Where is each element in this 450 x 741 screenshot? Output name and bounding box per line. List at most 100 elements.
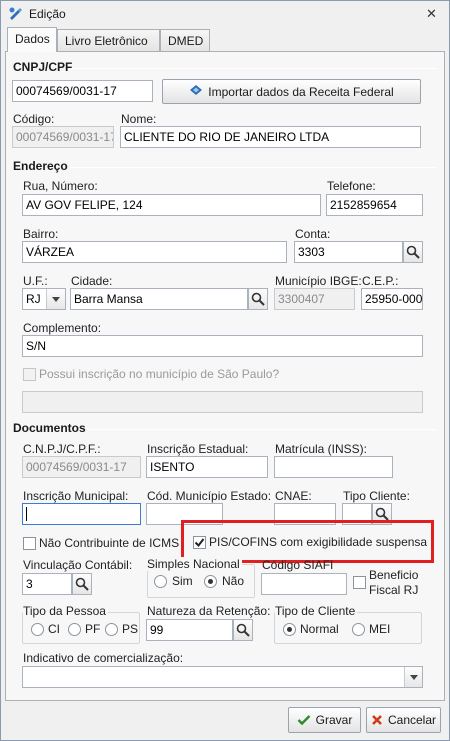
gravar-button-label: Gravar [315, 713, 353, 727]
tipo-cliente-mei-radio[interactable] [352, 623, 365, 636]
rua-input[interactable]: AV GOV FELIPE, 124 [22, 194, 321, 216]
tipo-pessoa-label: Tipo da Pessoa [23, 604, 108, 618]
indicativo-label: Indicativo de comercialização: [23, 651, 184, 665]
telefone-input[interactable]: 2152859654 [326, 194, 423, 216]
section-divider [70, 167, 437, 168]
indicativo-dropdown-button[interactable] [404, 667, 422, 687]
tab-dmed[interactable]: DMED [160, 29, 210, 51]
bairro-label: Bairro: [23, 227, 59, 241]
search-icon [75, 577, 89, 591]
title-bar: Edição ✕ [1, 1, 449, 27]
sp-inscricao-checkbox [23, 368, 36, 381]
section-divider [87, 429, 437, 430]
rua-label: Rua, Número: [23, 179, 98, 193]
cancelar-button-label: Cancelar [387, 713, 437, 727]
tipo-cliente-normal-radio[interactable] [283, 623, 296, 636]
simples-sim-label: Sim [172, 574, 193, 588]
import-button-label: Importar dados da Receita Federal [208, 84, 394, 99]
sp-inscricao-label: Possui inscrição no município de São Pau… [39, 367, 280, 381]
cod-municipio-label: Cód. Município Estado: [147, 489, 272, 503]
vinculacao-input[interactable]: 3 [22, 573, 72, 595]
codigo-label: Código: [13, 112, 55, 126]
complemento-input[interactable]: S/N [22, 335, 423, 357]
tipo-cliente-label: Tipo Cliente: [343, 489, 410, 503]
nao-contribuinte-checkbox[interactable] [23, 537, 36, 550]
cep-input[interactable]: 25950-000 [361, 288, 423, 310]
nome-input[interactable]: CLIENTE DO RIO DE JANEIRO LTDA [120, 126, 421, 148]
window-title: Edição [29, 7, 66, 21]
indicativo-select[interactable] [22, 666, 423, 688]
simples-nao-label: Não [222, 574, 245, 588]
bairro-input[interactable]: VÁRZEA [22, 241, 287, 263]
beneficio-label-line1: Beneficio [369, 568, 419, 582]
tipo-pessoa-ci-radio[interactable] [31, 623, 44, 636]
natureza-search-button[interactable] [233, 619, 253, 641]
close-icon[interactable]: ✕ [426, 6, 437, 22]
conta-input[interactable]: 3303 [294, 241, 403, 263]
conta-search-button[interactable] [403, 241, 423, 263]
siafi-label: Código SIAFI [262, 558, 334, 572]
uf-label: U.F.: [23, 274, 48, 288]
cancelar-button[interactable]: Cancelar [366, 707, 441, 733]
tab-label: Livro Eletrônico [65, 34, 148, 48]
simples-nacional-label: Simples Nacional [147, 557, 242, 571]
telefone-label: Telefone: [327, 179, 376, 193]
tab-label: Dados [15, 32, 50, 46]
cidade-search-button[interactable] [248, 288, 268, 310]
beneficio-label-line2: Fiscal RJ [369, 583, 419, 597]
tipo-de-cliente-label: Tipo de Cliente [275, 604, 358, 618]
complemento-label: Complemento: [23, 321, 102, 335]
natureza-label: Natureza da Retenção: [147, 604, 271, 618]
tipo-cliente-normal-label: Normal [300, 622, 339, 636]
section-title-endereco: Endereço [13, 159, 68, 173]
tab-livro-eletronico[interactable]: Livro Eletrônico [57, 29, 160, 51]
natureza-input[interactable]: 99 [146, 619, 233, 641]
tipo-pessoa-ps-label: PS [122, 622, 139, 636]
tipo-pessoa-ci-label: CI [48, 622, 60, 636]
beneficio-fiscal-checkbox[interactable] [353, 576, 366, 589]
tipo-pessoa-ps-radio[interactable] [105, 623, 118, 636]
tipo-pessoa-pf-radio[interactable] [68, 623, 81, 636]
codigo-input: 00074569/0031-17 [12, 126, 114, 148]
nome-label: Nome: [121, 112, 157, 126]
matricula-input[interactable] [274, 456, 393, 478]
siafi-input[interactable] [261, 573, 347, 595]
section-title-cnpj: CNPJ/CPF [13, 60, 73, 74]
cep-label: C.E.P.: [362, 274, 399, 288]
ie-input[interactable]: ISENTO [146, 456, 268, 478]
check-icon [297, 715, 311, 726]
vinculacao-label: Vinculação Contábil: [23, 558, 133, 572]
uf-dropdown-button[interactable] [46, 289, 65, 309]
chevron-down-icon [409, 674, 418, 680]
simples-sim-radio[interactable] [154, 575, 167, 588]
section-title-documentos: Documentos [13, 421, 86, 435]
ie-label: Inscrição Estadual: [147, 442, 249, 456]
im-label: Inscrição Municipal: [23, 489, 129, 503]
ibge-input: 3300407 [274, 288, 355, 310]
search-icon [406, 245, 420, 259]
tab-label: DMED [168, 34, 204, 48]
matricula-label: Matrícula (INSS): [275, 442, 368, 456]
ibge-label: Município IBGE: [275, 274, 362, 288]
cidade-input[interactable]: Barra Mansa [70, 288, 248, 310]
tipo-pessoa-pf-label: PF [85, 622, 101, 636]
sp-inscricao-input [22, 391, 423, 413]
tab-dados[interactable]: Dados [7, 27, 57, 52]
cancel-x-icon [372, 715, 382, 725]
search-icon [251, 292, 265, 306]
search-icon [236, 623, 250, 637]
import-icon [189, 84, 203, 99]
vinculacao-search-button[interactable] [72, 573, 92, 595]
conta-label: Conta: [295, 227, 331, 241]
text-cursor [26, 507, 27, 521]
simples-nao-radio[interactable] [204, 575, 217, 588]
app-icon [8, 6, 24, 22]
nao-contribuinte-label: Não Contribuinte de ICMS [39, 536, 180, 550]
import-receita-button[interactable]: Importar dados da Receita Federal [162, 79, 421, 104]
gravar-button[interactable]: Gravar [288, 707, 361, 733]
cnpj-cpf-input[interactable]: 00074569/0031-17 [12, 80, 153, 102]
im-input[interactable] [22, 503, 141, 525]
cnae-label: CNAE: [275, 489, 312, 503]
section-divider [71, 68, 437, 69]
search-icon [375, 507, 389, 521]
